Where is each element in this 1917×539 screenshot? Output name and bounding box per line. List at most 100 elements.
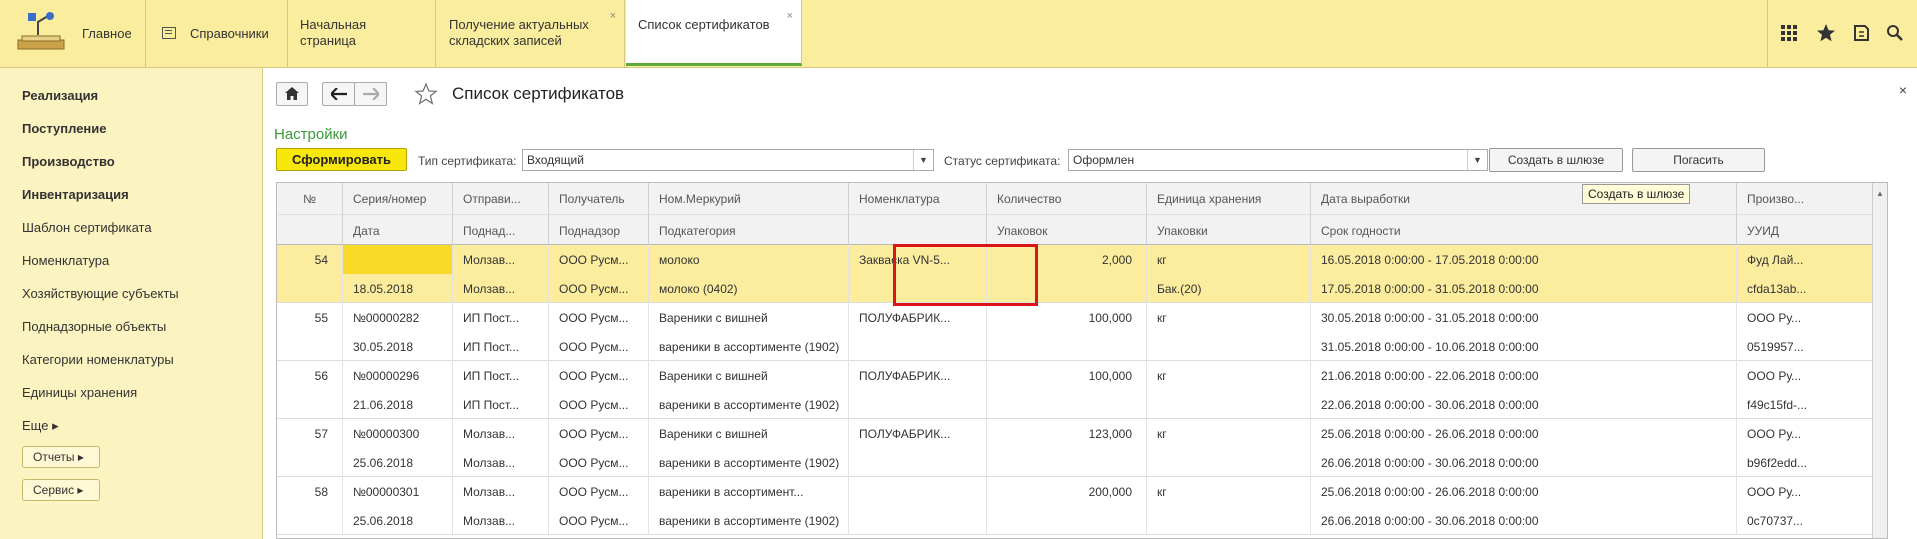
column-header[interactable]: Количество	[987, 183, 1147, 214]
table-cell[interactable]: ООО Русм...	[549, 274, 649, 303]
close-form-icon[interactable]: ×	[1899, 82, 1907, 98]
table-row[interactable]: 58 №00000301 25.06.2018 Молзав... Молзав... О…	[277, 477, 1887, 535]
table-cell[interactable]: 54	[277, 245, 343, 274]
chevron-down-icon[interactable]: ▼	[1467, 150, 1487, 170]
table-cell[interactable]: молоко	[649, 245, 849, 274]
tab-close-icon[interactable]: ×	[610, 8, 616, 24]
tab-stock-records[interactable]: Получение актуальных складских записей ×	[437, 0, 625, 68]
table-cell[interactable]	[277, 506, 343, 535]
column-header[interactable]: Номенклатура	[849, 183, 987, 214]
cert-status-select[interactable]: Оформлен ▼	[1068, 149, 1488, 171]
table-cell[interactable]: вареники в ассортимент...	[649, 477, 849, 506]
column-header[interactable]: Единица хранения	[1147, 183, 1311, 214]
table-cell[interactable]: №00000296	[343, 361, 453, 390]
table-row[interactable]: 55 №00000282 30.05.2018 ИП Пост... ИП Пост..…	[277, 303, 1887, 361]
table-cell[interactable]: ООО Русм...	[549, 332, 649, 361]
table-cell[interactable]: ПОЛУФАБРИК...	[849, 361, 987, 390]
table-cell[interactable]: кг	[1147, 419, 1311, 448]
column-header[interactable]: Упаковок	[987, 214, 1147, 245]
tab-home-page[interactable]: Начальная страница	[288, 0, 436, 68]
table-cell[interactable]: ООО Русм...	[549, 419, 649, 448]
app-logo-icon[interactable]	[14, 10, 72, 56]
table-cell[interactable]: 123,000	[987, 419, 1147, 448]
table-cell[interactable]	[277, 448, 343, 477]
table-cell[interactable]: Вареники с вишней	[649, 419, 849, 448]
column-header[interactable]: Произво...	[1737, 183, 1874, 214]
table-cell[interactable]	[849, 448, 987, 477]
certificates-table[interactable]: № Серия/номер Дата Отправи... Поднад... Получ…	[276, 182, 1888, 539]
table-cell[interactable]: ПОЛУФАБРИК...	[849, 419, 987, 448]
table-cell[interactable]	[987, 506, 1147, 535]
extinguish-button[interactable]: Погасить	[1632, 148, 1765, 172]
table-cell[interactable]: ООО Ру...	[1737, 477, 1874, 506]
table-cell[interactable]: кг	[1147, 477, 1311, 506]
table-cell[interactable]: ООО Русм...	[549, 477, 649, 506]
column-header[interactable]: Ном.Меркурий	[649, 183, 849, 214]
table-cell[interactable]: ООО Русм...	[549, 448, 649, 477]
table-cell[interactable]: ИП Пост...	[453, 361, 549, 390]
table-cell[interactable]	[277, 390, 343, 419]
table-cell[interactable]: 56	[277, 361, 343, 390]
table-cell[interactable]: 18.05.2018	[343, 274, 453, 303]
sidebar-item-supervised-objects[interactable]: Поднадзорные объекты	[22, 319, 166, 334]
column-header[interactable]: Поднадзор	[549, 214, 649, 245]
table-cell[interactable]	[277, 274, 343, 303]
table-cell[interactable]: Молзав...	[453, 245, 549, 274]
table-cell[interactable]: Молзав...	[453, 506, 549, 535]
home-button[interactable]	[276, 82, 308, 106]
table-cell[interactable]: 26.06.2018 0:00:00 - 30.06.2018 0:00:00	[1311, 506, 1737, 535]
table-cell[interactable]: 100,000	[987, 303, 1147, 332]
table-cell[interactable]: ИП Пост...	[453, 303, 549, 332]
table-cell[interactable]: Молзав...	[453, 448, 549, 477]
table-cell[interactable]: Вареники с вишней	[649, 303, 849, 332]
table-cell[interactable]: Молзав...	[453, 419, 549, 448]
column-header[interactable]: УУИД	[1737, 214, 1874, 245]
table-row[interactable]: 54 18.05.2018 Молзав... Молзав... ООО Русм..…	[277, 245, 1887, 303]
table-cell[interactable]: ООО Ру...	[1737, 361, 1874, 390]
table-cell[interactable]: b96f2edd...	[1737, 448, 1874, 477]
table-cell[interactable]: вареники в ассортименте (1902)	[649, 332, 849, 361]
table-cell[interactable]: f49c15fd-...	[1737, 390, 1874, 419]
table-cell[interactable]: ИП Пост...	[453, 390, 549, 419]
column-header[interactable]: Подкатегория	[649, 214, 849, 245]
cert-type-select[interactable]: Входящий ▼	[522, 149, 934, 171]
table-cell[interactable]: 21.06.2018	[343, 390, 453, 419]
table-cell[interactable]: Фуд Лай...	[1737, 245, 1874, 274]
column-header[interactable]: №	[277, 183, 343, 214]
history-icon[interactable]	[1852, 24, 1870, 42]
sidebar-item-storage-units[interactable]: Единицы хранения	[22, 385, 137, 400]
table-cell[interactable]: кг	[1147, 361, 1311, 390]
table-cell[interactable]: №00000300	[343, 419, 453, 448]
table-cell[interactable]: 30.05.2018	[343, 332, 453, 361]
back-button[interactable]	[322, 82, 355, 106]
table-cell[interactable]: 100,000	[987, 361, 1147, 390]
table-cell[interactable]	[1147, 506, 1311, 535]
column-header[interactable]: Срок годности	[1311, 214, 1737, 245]
table-cell[interactable]: 30.05.2018 0:00:00 - 31.05.2018 0:00:00	[1311, 303, 1737, 332]
table-cell[interactable]: cfda13ab...	[1737, 274, 1874, 303]
reports-button[interactable]: Отчеты ▸	[22, 446, 100, 468]
create-in-gateway-button[interactable]: Создать в шлюзе	[1489, 148, 1623, 172]
table-cell[interactable]: ООО Ру...	[1737, 419, 1874, 448]
table-cell[interactable]: 58	[277, 477, 343, 506]
column-header[interactable]: Дата	[343, 214, 453, 245]
table-cell[interactable]: вареники в ассортименте (1902)	[649, 448, 849, 477]
forward-button[interactable]	[354, 82, 387, 106]
column-header[interactable]: Упаковки	[1147, 214, 1311, 245]
table-row[interactable]: 56 №00000296 21.06.2018 ИП Пост... ИП Пост..…	[277, 361, 1887, 419]
table-cell[interactable]: 25.06.2018	[343, 506, 453, 535]
star-icon[interactable]	[1816, 23, 1836, 43]
tab-close-icon[interactable]: ×	[787, 8, 793, 24]
search-icon[interactable]	[1886, 24, 1904, 42]
table-cell[interactable]: 0c70737...	[1737, 506, 1874, 535]
column-header[interactable]: Поднад...	[453, 214, 549, 245]
table-cell[interactable]: №00000282	[343, 303, 453, 332]
sidebar-section-production[interactable]: Производство	[22, 154, 115, 169]
chevron-down-icon[interactable]: ▼	[913, 150, 933, 170]
table-cell[interactable]	[1147, 448, 1311, 477]
column-header[interactable]	[277, 214, 343, 245]
tab-certificates[interactable]: Список сертификатов ×	[626, 0, 802, 66]
table-cell[interactable]: 26.06.2018 0:00:00 - 30.06.2018 0:00:00	[1311, 448, 1737, 477]
table-cell[interactable]	[277, 332, 343, 361]
table-cell[interactable]: кг	[1147, 303, 1311, 332]
